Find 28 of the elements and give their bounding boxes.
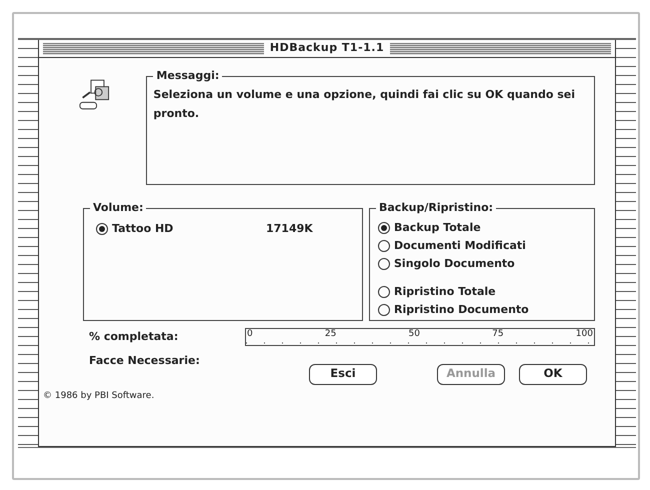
tick-label: 100	[576, 329, 593, 339]
option-label[interactable]: Tattoo HD	[112, 221, 262, 238]
radio-button[interactable]	[378, 286, 390, 298]
radio-button[interactable]	[96, 223, 108, 236]
sides-label: Facce Necessarie:	[89, 354, 200, 367]
option-label[interactable]: Ripristino Documento	[394, 302, 529, 318]
volume-size: 17149K	[266, 221, 313, 237]
copyright-text: © 1986 by PBI Software.	[43, 390, 154, 400]
option-label[interactable]: Documenti Modificati	[394, 238, 526, 254]
progress-label: % completata:	[89, 328, 180, 345]
option-label[interactable]: Singolo Documento	[394, 256, 515, 272]
option-label[interactable]: Backup Totale	[394, 220, 481, 236]
dialog-button[interactable]: OK	[519, 364, 587, 384]
tick-label: 75	[492, 329, 504, 339]
option-label[interactable]: Ripristino Totale	[394, 284, 496, 300]
radio-button[interactable]	[378, 258, 390, 270]
window-title: HDBackup T1-1.1	[270, 40, 384, 56]
tick-label: 0	[247, 329, 253, 339]
group-label: Backup/Ripristino:	[376, 200, 496, 216]
dialog-button[interactable]: Esci	[309, 364, 377, 384]
radio-button[interactable]	[378, 222, 390, 234]
message-text: Seleziona un volume e una opzione, quindi fai clic su OK quando sei pronto.	[152, 87, 576, 122]
radio-button[interactable]	[378, 240, 390, 252]
backup-disk-icon	[79, 78, 110, 112]
tick-label: 25	[324, 329, 336, 339]
tick-label: 50	[408, 329, 420, 339]
radio-button[interactable]	[378, 304, 390, 316]
group-label: Messaggi:	[153, 68, 222, 84]
